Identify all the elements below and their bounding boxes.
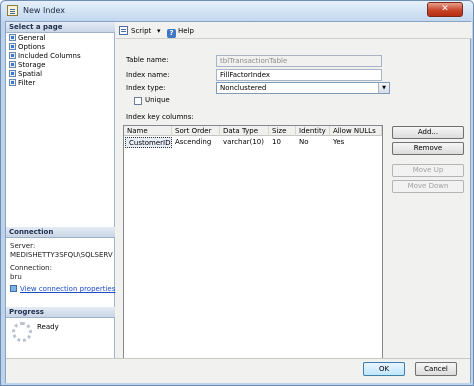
page-item-label: General bbox=[18, 34, 46, 42]
table-name-label: Table name: bbox=[126, 56, 169, 64]
server-value: MEDISHETTY3SFQU\SQLSERV bbox=[10, 251, 113, 259]
page-icon bbox=[9, 61, 16, 68]
move-down-button[interactable]: Move Down bbox=[392, 180, 464, 193]
page-item-included-columns[interactable]: Included Columns bbox=[9, 52, 81, 61]
cell-name[interactable]: CustomerID bbox=[125, 137, 172, 148]
new-index-window: New Index ✕ Select a page General Option… bbox=[0, 0, 474, 386]
column-header-sort-order[interactable]: Sort Order bbox=[172, 126, 220, 136]
table-row[interactable]: CustomerID Ascending varchar(10) 10 No Y… bbox=[124, 137, 382, 148]
cell-allow-nulls[interactable]: Yes bbox=[330, 137, 382, 148]
index-name-label: Index name: bbox=[126, 71, 170, 79]
add-button[interactable]: Add... bbox=[392, 126, 464, 139]
index-key-columns-grid[interactable]: Name Sort Order Data Type Size Identity … bbox=[123, 125, 383, 359]
close-button[interactable]: ✕ bbox=[427, 2, 463, 17]
properties-icon bbox=[10, 285, 17, 292]
cell-identity[interactable]: No bbox=[296, 137, 330, 148]
script-icon bbox=[119, 26, 128, 35]
server-label: Server: bbox=[10, 242, 36, 250]
page-icon bbox=[9, 79, 16, 86]
window-title: New Index bbox=[23, 6, 66, 15]
column-header-allow-nulls[interactable]: Allow NULLs bbox=[330, 126, 382, 136]
unique-checkbox[interactable] bbox=[134, 97, 142, 105]
cell-size[interactable]: 10 bbox=[269, 137, 296, 148]
move-up-button[interactable]: Move Up bbox=[392, 164, 464, 177]
connection-header: Connection bbox=[6, 227, 115, 238]
connection-label: Connection: bbox=[10, 264, 52, 272]
cell-data-type[interactable]: varchar(10) bbox=[220, 137, 269, 148]
index-type-value: Nonclustered bbox=[220, 84, 267, 92]
page-item-options[interactable]: Options bbox=[9, 43, 45, 52]
script-button[interactable]: Script bbox=[119, 25, 151, 37]
chevron-down-icon[interactable]: ▼ bbox=[378, 83, 389, 93]
unique-label: Unique bbox=[145, 96, 170, 104]
remove-button[interactable]: Remove bbox=[392, 142, 464, 155]
page-icon bbox=[9, 43, 16, 50]
window-icon bbox=[7, 5, 18, 16]
toolbar: Script ▾ ? Help bbox=[116, 22, 472, 39]
dialog-client-area: Select a page General Options Included C… bbox=[5, 21, 472, 383]
progress-spinner-icon bbox=[12, 322, 32, 342]
table-name-field: tblTransactionTable bbox=[216, 55, 382, 67]
select-page-header: Select a page bbox=[6, 22, 115, 33]
ok-button[interactable]: OK bbox=[363, 362, 405, 376]
page-item-label: Filter bbox=[18, 79, 36, 87]
index-name-field[interactable]: FillFactorIndex bbox=[216, 69, 382, 81]
progress-status: Ready bbox=[37, 323, 59, 331]
column-header-identity[interactable]: Identity bbox=[296, 126, 330, 136]
cancel-button[interactable]: Cancel bbox=[415, 362, 457, 376]
column-header-name[interactable]: Name bbox=[124, 126, 172, 136]
page-icon bbox=[9, 70, 16, 77]
page-item-label: Storage bbox=[18, 61, 46, 69]
page-item-filter[interactable]: Filter bbox=[9, 79, 35, 88]
page-item-storage[interactable]: Storage bbox=[9, 61, 45, 70]
page-item-general[interactable]: General bbox=[9, 34, 46, 43]
title-bar[interactable]: New Index ✕ bbox=[1, 1, 473, 21]
view-connection-properties-link[interactable]: View connection properties bbox=[10, 285, 115, 294]
page-item-label: Options bbox=[18, 43, 46, 51]
page-icon bbox=[9, 34, 16, 41]
index-type-label: Index type: bbox=[126, 84, 166, 92]
script-dropdown-chevron-icon[interactable]: ▾ bbox=[157, 25, 161, 37]
help-icon: ? bbox=[167, 29, 176, 38]
view-connection-properties-label: View connection properties bbox=[20, 285, 116, 293]
progress-header: Progress bbox=[6, 307, 115, 318]
page-item-label: Included Columns bbox=[18, 52, 81, 60]
page-item-spatial[interactable]: Spatial bbox=[9, 70, 42, 79]
script-label: Script bbox=[131, 27, 152, 35]
help-button[interactable]: ? Help bbox=[167, 25, 194, 38]
page-item-label: Spatial bbox=[18, 70, 43, 78]
index-key-columns-label: Index key columns: bbox=[126, 113, 194, 121]
column-header-data-type[interactable]: Data Type bbox=[220, 126, 269, 136]
grid-header: Name Sort Order Data Type Size Identity … bbox=[124, 126, 382, 136]
cell-sort-order[interactable]: Ascending bbox=[172, 137, 220, 148]
index-type-select[interactable]: Nonclustered ▼ bbox=[216, 82, 390, 94]
page-icon bbox=[9, 52, 16, 59]
column-header-size[interactable]: Size bbox=[269, 126, 296, 136]
connection-value: bru bbox=[10, 273, 22, 281]
help-label: Help bbox=[178, 27, 194, 35]
left-pane: Select a page General Options Included C… bbox=[6, 22, 115, 358]
